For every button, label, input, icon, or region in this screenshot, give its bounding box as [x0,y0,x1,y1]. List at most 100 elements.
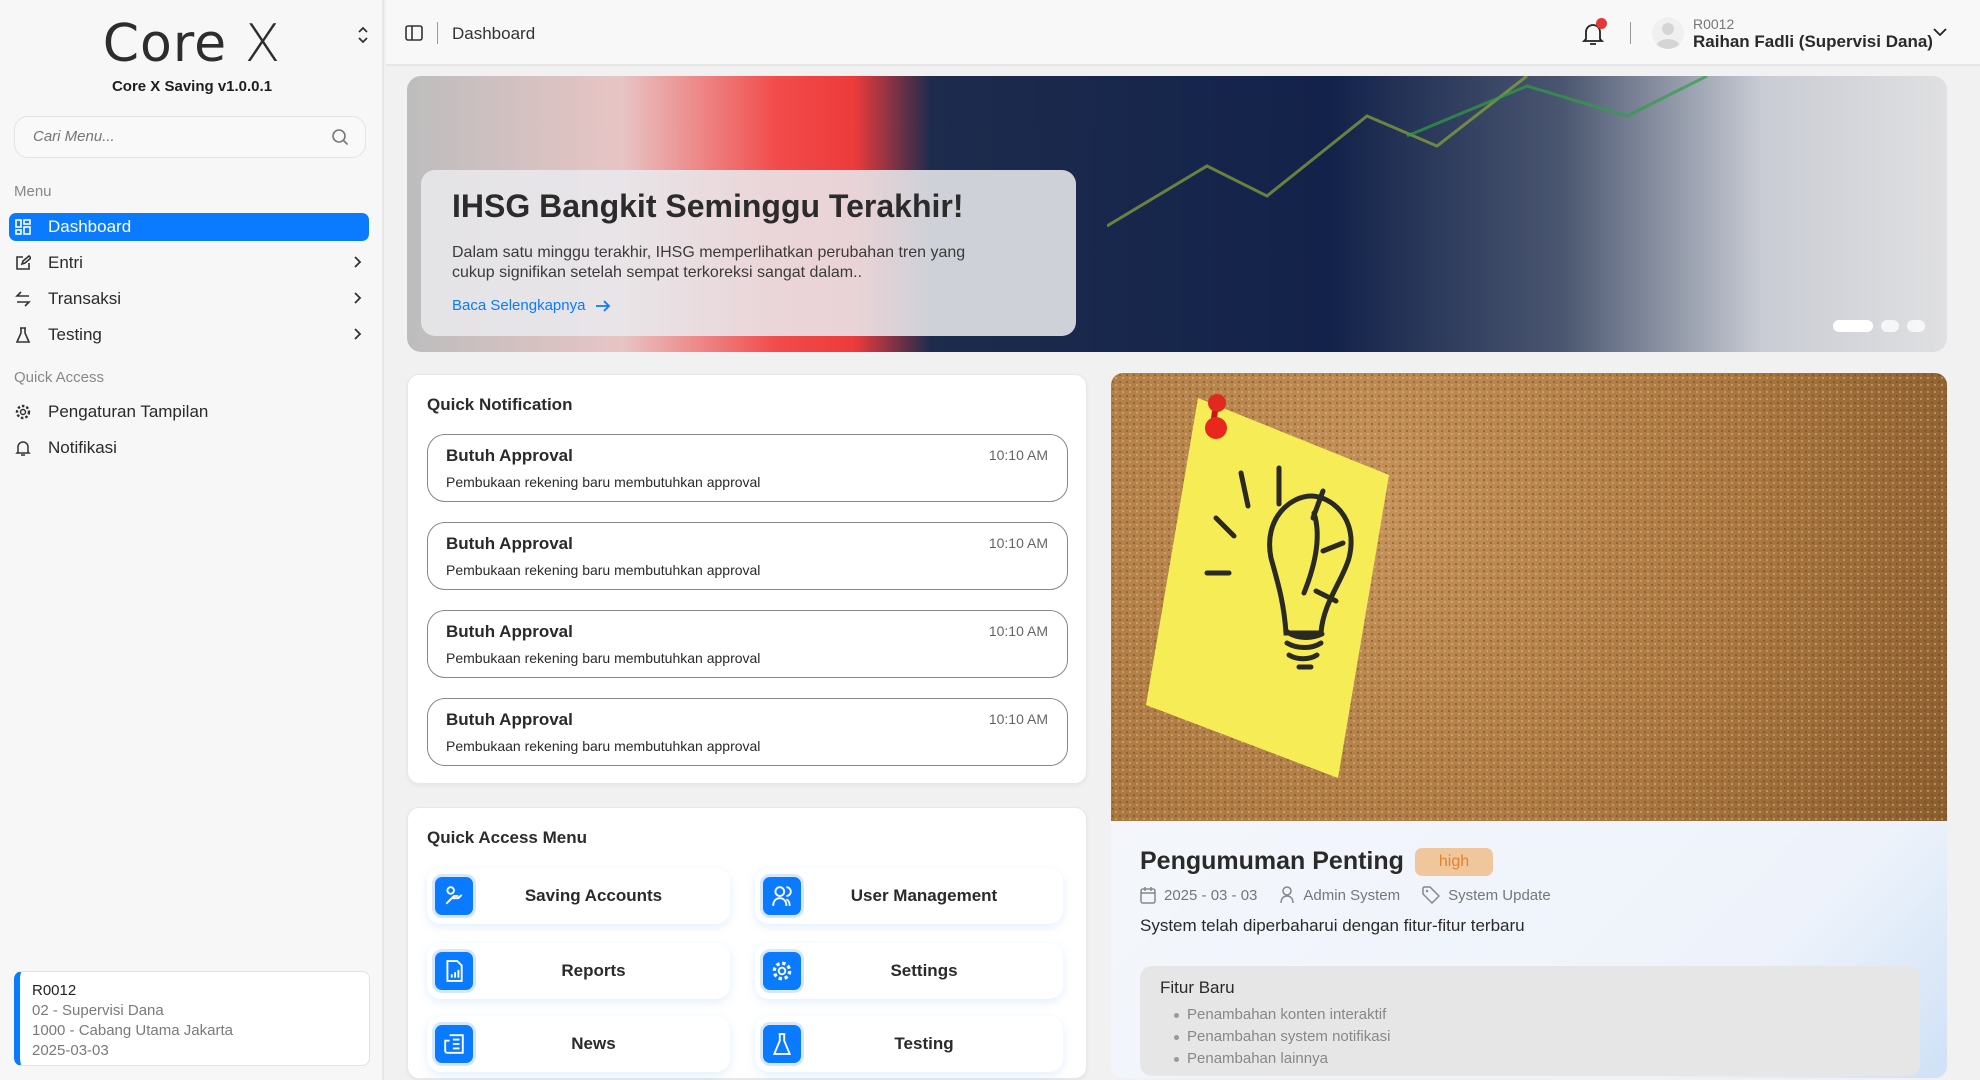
notification-title: Butuh Approval [446,534,573,553]
user-code: R0012 [1693,16,1735,32]
notification-dot [1596,18,1607,29]
notification-button[interactable] [1581,18,1607,46]
top-header: Dashboard R0012 Raihan Fadli (Supervisi … [386,0,1980,66]
notification-item[interactable]: Butuh Approval 10:10 AM Pembukaan rekeni… [427,522,1068,590]
app-version: Core X Saving v1.0.0.1 [111,78,273,95]
divider [437,22,438,44]
quick-access-news[interactable]: News [427,1016,730,1072]
announcement-card: Pengumuman Penting high 2025 - 03 - 03 A… [1111,373,1947,1078]
user-role: 02 - Supervisi Dana [32,1002,164,1019]
sidebar-item-label: Transaksi [48,289,122,308]
carousel-dot[interactable] [1833,320,1873,332]
chevron-right-icon [354,256,362,268]
quick-access-card: Quick Access Menu Saving Accounts User M… [407,807,1087,1079]
quick-access-saving-accounts[interactable]: Saving Accounts [427,868,730,924]
stock-chart-image [1107,76,1708,228]
users-icon [763,877,801,915]
feature-item: Penambahan lainnya [1174,1048,1920,1070]
divider [1630,22,1631,44]
search-icon[interactable] [331,128,349,146]
quick-access-reports[interactable]: Reports [427,943,730,999]
quick-access-settings[interactable]: Settings [755,943,1063,999]
quick-access-testing[interactable]: Testing [755,1016,1063,1072]
gear-icon [763,952,801,990]
quick-access-label: User Management [850,886,998,905]
news-carousel[interactable]: IHSG Bangkit Seminggu Terakhir! Dalam sa… [407,76,1947,352]
quick-notification-card: Quick Notification Butuh Approval 10:10 … [407,374,1087,784]
calendar-icon [1140,887,1156,904]
user-id: R0012 [32,982,77,999]
announcement-meta: 2025 - 03 - 03 Admin System System Updat… [1140,886,1551,904]
user-info-card: R0012 02 - Supervisi Dana 1000 - Cabang … [14,971,370,1066]
notification-desc: Pembukaan rekening baru membutuhkan appr… [446,738,761,754]
chevron-up-down-icon[interactable] [356,24,370,46]
announcement-image [1111,373,1947,821]
user-name: Raihan Fadli (Supervisi Dana) [1693,32,1933,51]
notification-desc: Pembukaan rekening baru membutuhkan appr… [446,474,761,490]
arrow-right-icon [596,299,611,312]
tag-icon [1422,886,1441,904]
features-box: Fitur Baru Penambahan konten interaktif … [1140,966,1920,1076]
dashboard-icon [14,218,32,236]
priority-badge: high [1415,848,1493,876]
user-menu[interactable]: R0012 Raihan Fadli (Supervisi Dana) [1693,16,1933,52]
notification-item[interactable]: Butuh Approval 10:10 AM Pembukaan rekeni… [427,698,1068,766]
read-more-link[interactable]: Baca Selengkapnya [452,297,611,314]
chevron-right-icon [354,292,362,304]
sidebar-toggle-icon[interactable] [405,24,423,42]
announcement-category: System Update [1448,886,1551,904]
avatar[interactable] [1652,17,1684,49]
user-date: 2025-03-03 [32,1042,109,1059]
sidebar-item-testing[interactable]: Testing [9,321,369,349]
banner-title: IHSG Bangkit Seminggu Terakhir! [452,188,964,224]
notification-time: 10:10 AM [988,711,1048,727]
banner-overlay: IHSG Bangkit Seminggu Terakhir! Dalam sa… [421,170,1076,336]
sidebar-item-label: Pengaturan Tampilan [48,402,209,421]
banner-text: Dalam satu minggu terakhir, IHSG memperl… [452,244,966,281]
notification-desc: Pembukaan rekening baru membutuhkan appr… [446,650,761,666]
quick-access-label: Settings [890,961,958,980]
sidebar-item-label: Testing [48,325,102,344]
page-title: Dashboard [452,24,536,43]
user-branch: 1000 - Cabang Utama Jakarta [32,1022,233,1039]
gear-icon [14,403,32,421]
transfer-icon [14,290,32,308]
sidebar-item-dashboard[interactable]: Dashboard [9,213,369,241]
carousel-dot[interactable] [1881,320,1899,332]
sidebar-item-notifikasi[interactable]: Notifikasi [9,434,369,462]
card-title: Quick Access Menu [427,828,587,847]
notification-item[interactable]: Butuh Approval 10:10 AM Pembukaan rekeni… [427,610,1068,678]
menu-search [14,116,366,158]
search-input[interactable] [33,117,323,155]
notification-title: Butuh Approval [446,710,573,729]
feature-item: Penambahan konten interaktif [1174,1004,1920,1026]
notification-time: 10:10 AM [988,447,1048,463]
quick-access-section-label: Quick Access [14,369,105,386]
announcement-date: 2025 - 03 - 03 [1164,886,1258,904]
notification-time: 10:10 AM [988,535,1048,551]
notification-desc: Pembukaan rekening baru membutuhkan appr… [446,562,761,578]
chevron-down-icon[interactable] [1932,27,1948,37]
card-title: Quick Notification [427,395,573,414]
sidebar-item-pengaturan-tampilan[interactable]: Pengaturan Tampilan [9,398,369,426]
report-icon [435,952,473,990]
notification-item[interactable]: Butuh Approval 10:10 AM Pembukaan rekeni… [427,434,1068,502]
quick-access-label: Testing [894,1034,954,1053]
announcement-author: Admin System [1303,886,1401,904]
announcement-title: Pengumuman Penting [1140,847,1404,875]
flask-icon [14,326,32,344]
news-icon [435,1025,473,1063]
user-icon [1280,886,1295,904]
saving-icon [435,877,473,915]
quick-access-user-management[interactable]: User Management [755,868,1063,924]
logo: Core X [102,14,282,74]
menu-section-label: Menu [14,183,52,200]
sidebar-item-label: Entri [48,253,83,272]
sidebar-item-entri[interactable]: Entri [9,249,369,277]
sidebar-item-transaksi[interactable]: Transaksi [9,285,369,313]
notification-title: Butuh Approval [446,622,573,641]
edit-icon [14,254,32,272]
carousel-dot[interactable] [1907,320,1925,332]
carousel-indicators [1833,320,1925,332]
notification-time: 10:10 AM [988,623,1048,639]
